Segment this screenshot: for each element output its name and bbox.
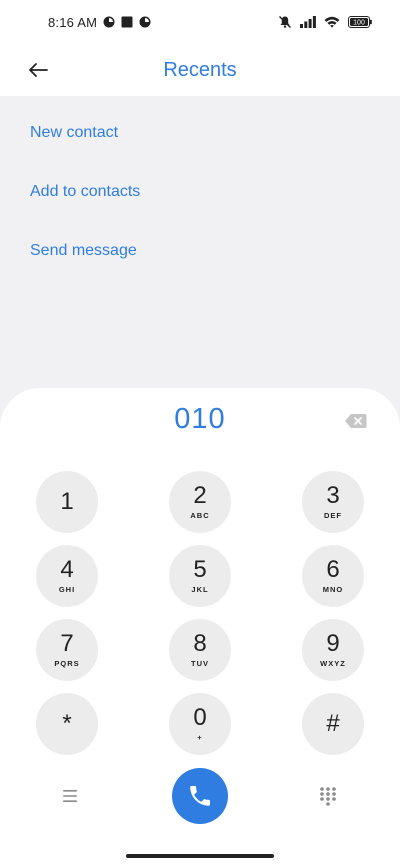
backspace-icon xyxy=(345,414,367,428)
status-time: 8:16 AM xyxy=(48,14,98,30)
call-button[interactable] xyxy=(172,768,228,824)
dialed-number: 010 xyxy=(174,403,226,435)
key-4[interactable]: 4 GHI xyxy=(36,545,98,607)
key-7[interactable]: 7 PQRS xyxy=(36,619,98,681)
key-hash[interactable]: # xyxy=(302,693,364,755)
signal-icon xyxy=(300,16,316,28)
header: Recents xyxy=(0,44,400,96)
status-bar: 8:16 AM 100 xyxy=(0,0,400,44)
home-indicator[interactable] xyxy=(126,854,274,858)
dialpad-toggle-button[interactable] xyxy=(319,786,337,806)
hamburger-menu-icon xyxy=(63,790,77,802)
battery-level: 100 xyxy=(353,20,365,27)
send-message-option[interactable]: Send message xyxy=(0,214,400,273)
media-icon xyxy=(103,16,115,28)
menu-button[interactable] xyxy=(60,786,80,806)
key-letters: MNO xyxy=(322,585,344,594)
phone-icon xyxy=(190,786,210,806)
status-right: 100 xyxy=(278,15,372,29)
key-digit: 8 xyxy=(193,630,207,657)
key-star[interactable]: * xyxy=(36,693,98,755)
mute-icon xyxy=(279,16,291,28)
key-digit: 1 xyxy=(60,488,74,515)
key-digit: # xyxy=(326,710,340,737)
key-letters: + xyxy=(197,733,203,742)
key-digit: 3 xyxy=(326,482,340,509)
key-digit: 5 xyxy=(193,556,207,583)
key-5[interactable]: 5 JKL xyxy=(169,545,231,607)
key-2[interactable]: 2 ABC xyxy=(169,471,231,533)
backspace-button[interactable] xyxy=(344,412,368,430)
key-letters: JKL xyxy=(191,585,209,594)
status-left: 8:16 AM xyxy=(48,15,151,30)
add-to-contacts-option[interactable]: Add to contacts xyxy=(0,155,400,214)
arrow-left-icon xyxy=(29,63,48,77)
dialpad-grid-icon xyxy=(320,787,336,806)
key-1[interactable]: 1 xyxy=(36,471,98,533)
key-letters: WXYZ xyxy=(320,659,346,668)
battery-icon: 100 xyxy=(348,16,372,28)
key-8[interactable]: 8 TUV xyxy=(169,619,231,681)
key-digit: 4 xyxy=(60,556,74,583)
action-list: New contact Add to contacts Send message xyxy=(0,96,400,273)
key-letters: TUV xyxy=(191,659,209,668)
page-title: Recents xyxy=(163,58,237,81)
key-9[interactable]: 9 WXYZ xyxy=(302,619,364,681)
key-digit: 2 xyxy=(193,482,207,509)
back-button[interactable] xyxy=(22,54,54,86)
key-digit: 7 xyxy=(60,630,74,657)
key-0[interactable]: 0 + xyxy=(169,693,231,755)
key-letters: GHI xyxy=(58,585,76,594)
square-notification-icon xyxy=(121,16,133,28)
key-digit: * xyxy=(62,710,72,737)
key-digit: 0 xyxy=(193,704,207,731)
wifi-icon xyxy=(324,16,340,28)
key-letters: PQRS xyxy=(54,659,80,668)
key-6[interactable]: 6 MNO xyxy=(302,545,364,607)
key-3[interactable]: 3 DEF xyxy=(302,471,364,533)
timer-icon xyxy=(139,16,151,28)
new-contact-option[interactable]: New contact xyxy=(0,96,400,155)
key-digit: 6 xyxy=(326,556,340,583)
key-letters: DEF xyxy=(324,511,342,520)
key-letters: ABC xyxy=(190,511,210,520)
key-digit: 9 xyxy=(326,630,340,657)
